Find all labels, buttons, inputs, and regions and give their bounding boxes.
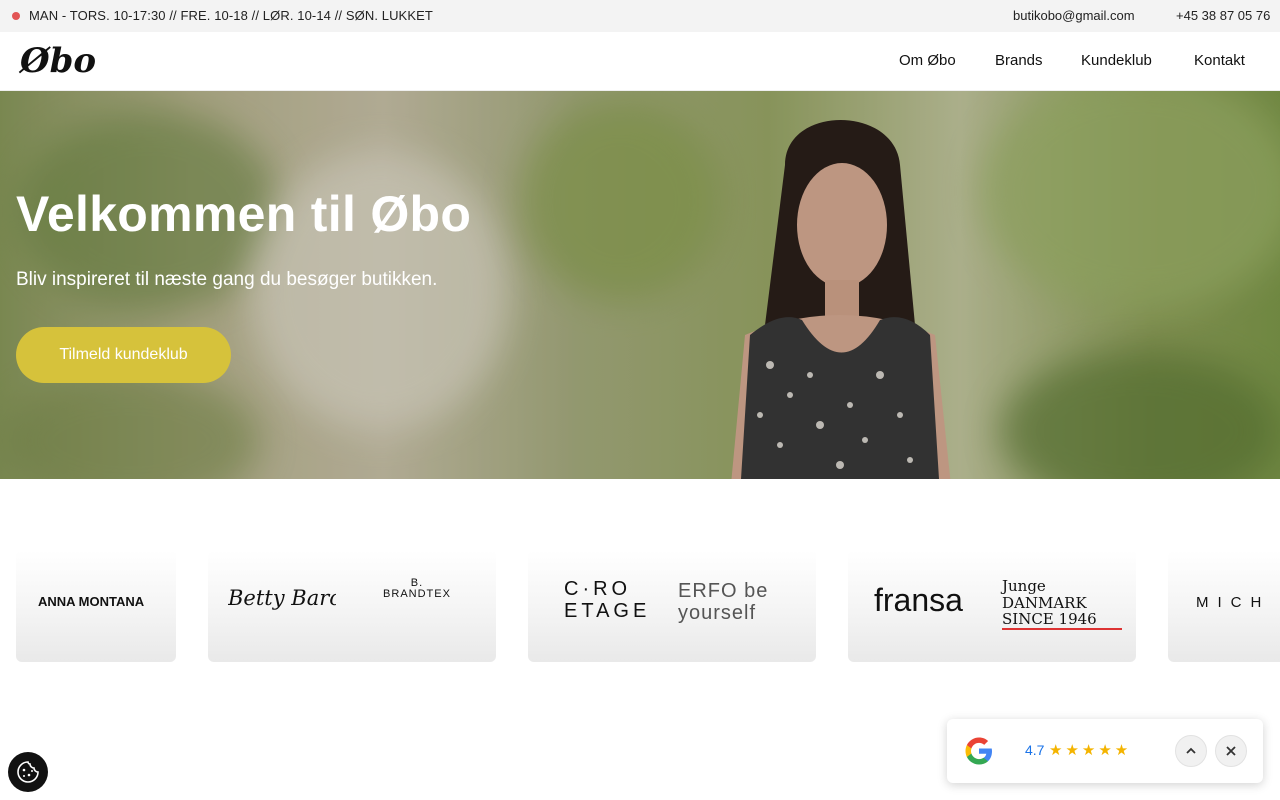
nav-kontakt[interactable]: Kontakt (1194, 52, 1245, 69)
close-icon[interactable] (1215, 735, 1247, 767)
brand-card[interactable]: MICH (1168, 550, 1280, 662)
hero-banner: Velkommen til Øbo Bliv inspireret til næ… (0, 91, 1280, 479)
brand-logo-cro-etage: C·RO ETAGE (564, 578, 651, 622)
nav-kundeklub[interactable]: Kundeklub (1081, 52, 1152, 69)
status-dot (12, 12, 20, 20)
brand-card[interactable]: ANNA MONTANA (16, 550, 176, 662)
brand-logo-mich: MICH (1196, 594, 1271, 611)
brand-logo-brandtex: B. BRANDTEX (383, 577, 451, 600)
nav-om-obo[interactable]: Om Øbo (899, 52, 956, 69)
brand-card[interactable]: fransa Junge DANMARK SINCE 1946 (848, 550, 1136, 662)
cookie-icon[interactable] (8, 752, 48, 792)
hero-title: Velkommen til Øbo (16, 186, 472, 242)
obo-logo[interactable]: Øbo (18, 42, 114, 82)
phone-link[interactable]: +45 38 87 05 76 (1176, 8, 1270, 23)
opening-hours: MAN - TORS. 10-17:30 // FRE. 10-18 // LØ… (29, 8, 433, 23)
site-header: Øbo Om Øbo Brands Kundeklub Kontakt (0, 32, 1280, 91)
rating-value: 4.7 (1025, 742, 1045, 758)
brand-logo-junge: Junge DANMARK SINCE 1946 (1002, 578, 1122, 630)
brand-logo-anna-montana: ANNA MONTANA (38, 594, 145, 609)
join-club-button[interactable]: Tilmeld kundeklub (16, 327, 231, 383)
top-info-bar: MAN - TORS. 10-17:30 // FRE. 10-18 // LØ… (0, 0, 1280, 32)
brand-logo-fransa: fransa (874, 582, 963, 618)
email-link[interactable]: butikobo@gmail.com (1013, 8, 1135, 23)
google-review-badge[interactable]: 4.7 ★★★★★ (947, 719, 1263, 783)
brand-logo-erfo: ERFO be yourself (678, 580, 769, 624)
hero-subtitle: Bliv inspireret til næste gang du besøge… (16, 269, 438, 290)
brand-logo-betty-barclay: Betty Barclay (228, 586, 336, 610)
google-g-icon (965, 737, 992, 765)
chevron-up-icon[interactable] (1175, 735, 1207, 767)
logo-text: Øbo (18, 42, 96, 81)
rating-stars: ★★★★★ (1049, 742, 1132, 759)
nav-brands[interactable]: Brands (995, 52, 1043, 69)
brand-carousel: ANNA MONTANA Betty Barclay B. BRANDTEX C… (0, 550, 1280, 662)
brand-card[interactable]: Betty Barclay B. BRANDTEX (208, 550, 496, 662)
brand-card[interactable]: C·RO ETAGE ERFO be yourself (528, 550, 816, 662)
